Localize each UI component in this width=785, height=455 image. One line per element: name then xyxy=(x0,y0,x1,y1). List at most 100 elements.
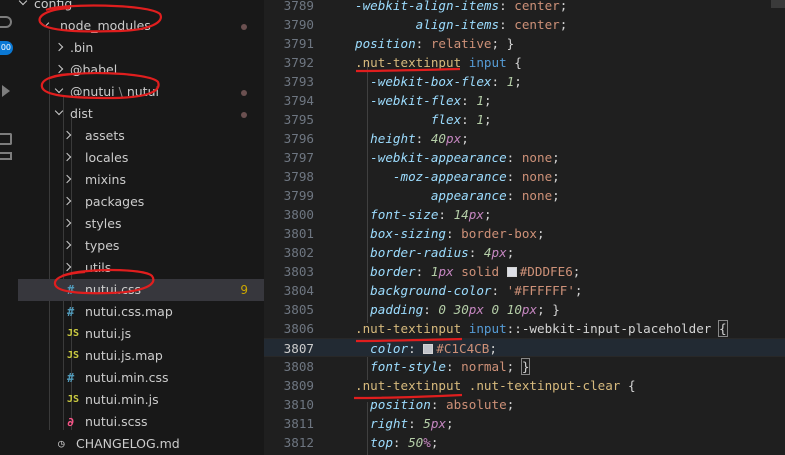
folder-item[interactable]: packages xyxy=(18,191,264,213)
chevron-right-icon[interactable] xyxy=(62,191,74,213)
chevron-right-icon[interactable] xyxy=(54,37,66,59)
code-line[interactable]: 3792 .nut-textinput input { xyxy=(264,53,785,72)
code-line[interactable]: 3794 -webkit-flex: 1; xyxy=(264,91,785,110)
file-item[interactable]: JS nutui.js.map xyxy=(18,345,264,367)
line-number: 3801 xyxy=(283,226,314,241)
code-line[interactable]: 3796 height: 40px; xyxy=(264,129,785,148)
file-item[interactable]: # nutui.css.map xyxy=(18,301,264,323)
code-line[interactable]: 3798 -moz-appearance: none; xyxy=(264,167,785,186)
code-line[interactable]: 3807 color: #C1C4CB; xyxy=(264,338,785,357)
code-text: .nut-textinput input::-webkit-input-plac… xyxy=(355,320,728,337)
folder-item[interactable]: .bin xyxy=(18,37,264,59)
folder-item[interactable]: mixins xyxy=(18,169,264,191)
chevron-right-icon[interactable] xyxy=(62,169,74,191)
code-line[interactable]: 3802 border-radius: 4px; xyxy=(264,243,785,262)
code-line[interactable]: 3791 position: relative; } xyxy=(264,34,785,53)
line-number: 3802 xyxy=(283,245,314,260)
code-line[interactable]: 3801 box-sizing: border-box; xyxy=(264,224,785,243)
file-item[interactable]: ◷ CHANGELOG.md xyxy=(18,433,264,455)
folder-item[interactable]: assets xyxy=(18,125,264,147)
line-number: 3790 xyxy=(283,17,314,32)
code-text: color: #C1C4CB; xyxy=(370,341,497,356)
code-line[interactable]: 3790 align-items: center; xyxy=(264,15,785,34)
folder-item[interactable]: @nutui \ nutui xyxy=(18,81,264,103)
code-line[interactable]: 3800 font-size: 14px; xyxy=(264,205,785,224)
tree-item-label: nutui.js.map xyxy=(85,348,163,363)
file-item[interactable]: JS nutui.min.js xyxy=(18,389,264,411)
modified-dot-icon xyxy=(241,112,247,118)
chevron-right-icon[interactable] xyxy=(62,235,74,257)
code-text: border-radius: 4px; xyxy=(370,245,515,260)
extensions-icon[interactable] xyxy=(0,133,12,145)
line-number: 3807 xyxy=(283,341,314,356)
tree-item-label: nutui.css xyxy=(85,282,142,297)
explorer-tree: config node_modules .bin @babel @nutui \ nut… xyxy=(18,0,264,455)
scss-file-icon: ∂ xyxy=(67,415,75,429)
css-file-icon: # xyxy=(67,305,75,319)
code-line[interactable]: 3797 -webkit-appearance: none; xyxy=(264,148,785,167)
folder-item[interactable]: styles xyxy=(18,213,264,235)
chevron-right-icon[interactable] xyxy=(62,257,74,279)
code-line[interactable]: 3808 font-style: normal; } xyxy=(264,357,785,376)
code-line[interactable]: 3810 position: absolute; xyxy=(264,395,785,414)
extensions-icon-lower[interactable] xyxy=(0,152,12,160)
code-line[interactable]: 3806 .nut-textinput input::-webkit-input-… xyxy=(264,319,785,338)
code-line[interactable]: 3805 padding: 0 30px 0 10px; } xyxy=(264,300,785,319)
chevron-down-icon[interactable] xyxy=(54,81,66,103)
line-number: 3803 xyxy=(283,264,314,279)
code-line[interactable]: 3812 top: 50%; xyxy=(264,433,785,452)
activity-badge: 00 xyxy=(0,41,13,55)
code-line[interactable]: 3793 -webkit-box-flex: 1; xyxy=(264,72,785,91)
code-text: flex: 1; xyxy=(430,112,492,127)
folder-item[interactable]: @babel xyxy=(18,59,264,81)
folder-item[interactable]: locales xyxy=(18,147,264,169)
line-number: 3811 xyxy=(283,416,314,431)
tree-item-label: styles xyxy=(85,216,122,231)
code-text: font-size: 14px; xyxy=(370,207,492,222)
tree-item-label: @babel xyxy=(70,62,118,77)
tree-item-label: nutui.js xyxy=(85,326,132,341)
run-debug-icon[interactable] xyxy=(2,85,10,97)
chevron-right-icon[interactable] xyxy=(62,147,74,169)
color-swatch-icon[interactable] xyxy=(423,344,434,354)
line-number: 3810 xyxy=(283,397,314,412)
code-text: .nut-textinput .nut-textinput-clear { xyxy=(355,378,636,393)
tree-item-label: config xyxy=(34,0,73,11)
chevron-down-icon[interactable] xyxy=(18,0,30,15)
code-text: align-items: center; xyxy=(415,17,568,32)
code-text: top: 50%; xyxy=(370,435,439,450)
code-text: font-style: normal; } xyxy=(370,358,531,375)
chevron-right-icon[interactable] xyxy=(62,213,74,235)
line-number: 3804 xyxy=(283,283,314,298)
folder-item[interactable]: node_modules xyxy=(18,15,264,37)
file-item[interactable]: # nutui.min.css xyxy=(18,367,264,389)
code-line[interactable]: 3803 border: 1px solid #DDDFE6; xyxy=(264,262,785,281)
code-line[interactable]: 3804 background-color: '#FFFFFF'; xyxy=(264,281,785,300)
folder-item[interactable]: types xyxy=(18,235,264,257)
code-line[interactable]: 3795 flex: 1; xyxy=(264,110,785,129)
code-line[interactable]: 3789 -webkit-align-items: center; xyxy=(264,0,785,15)
code-text: padding: 0 30px 0 10px; } xyxy=(370,302,560,317)
chevron-right-icon[interactable] xyxy=(62,125,74,147)
color-swatch-icon[interactable] xyxy=(506,267,517,277)
code-text: .nut-textinput input { xyxy=(355,55,522,70)
line-number: 3805 xyxy=(283,302,314,317)
folder-item[interactable]: config xyxy=(18,0,264,15)
chevron-down-icon[interactable] xyxy=(54,103,66,125)
line-number: 3812 xyxy=(283,435,314,450)
code-text: position: relative; } xyxy=(355,36,515,51)
file-item[interactable]: JS nutui.js xyxy=(18,323,264,345)
file-item[interactable]: # nutui.css 9 xyxy=(18,279,264,301)
source-control-icon[interactable] xyxy=(0,16,12,28)
folder-item[interactable]: dist xyxy=(18,103,264,125)
file-item[interactable]: ∂ nutui.scss xyxy=(18,411,264,433)
code-line[interactable]: 3809 .nut-textinput .nut-textinput-clear … xyxy=(264,376,785,395)
code-line[interactable]: 3799 appearance: none; xyxy=(264,186,785,205)
code-editor[interactable]: 3789 -webkit-align-items: center; 3790 ali… xyxy=(264,0,785,455)
folder-item[interactable]: utils xyxy=(18,257,264,279)
code-line[interactable]: 3811 right: 5px; xyxy=(264,414,785,433)
chevron-down-icon[interactable] xyxy=(40,15,52,37)
tree-item-label: nutui.min.css xyxy=(85,370,169,385)
tree-item-label: mixins xyxy=(85,172,126,187)
chevron-right-icon[interactable] xyxy=(54,59,66,81)
